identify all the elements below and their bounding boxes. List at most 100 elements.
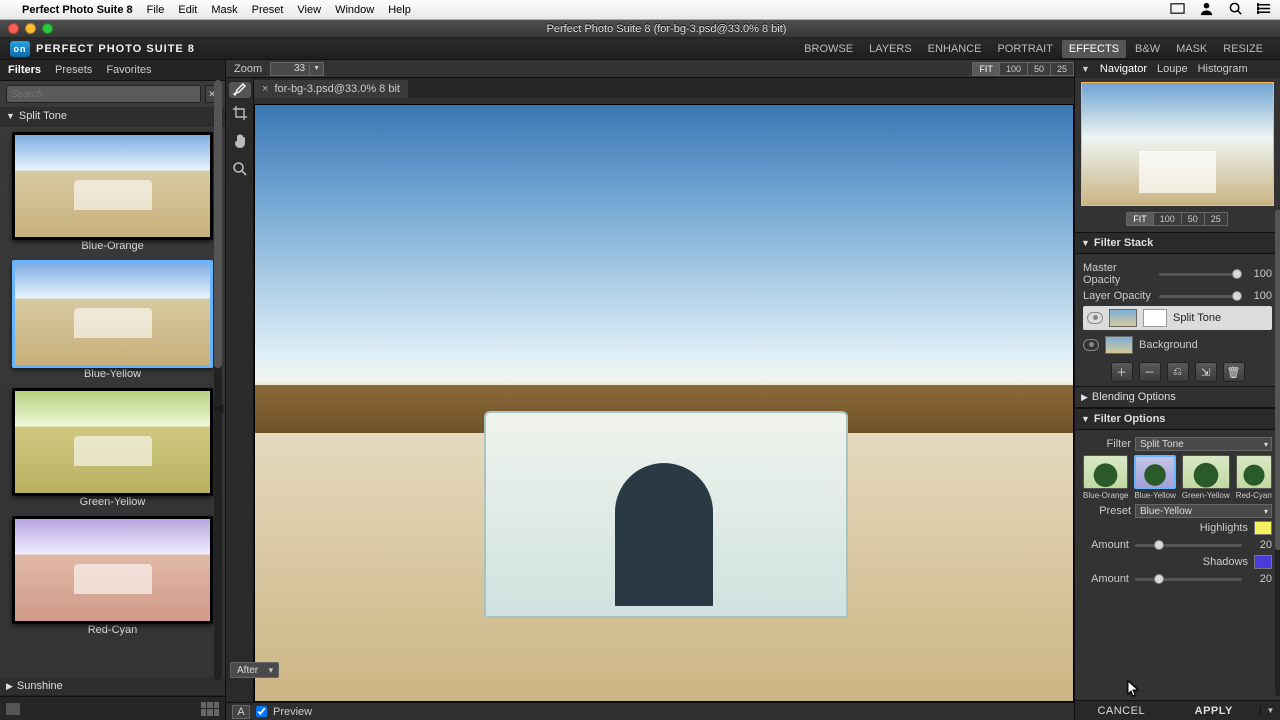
menu-file[interactable]: File bbox=[147, 4, 165, 16]
layer-background[interactable]: Background bbox=[1083, 334, 1272, 356]
swatch-green-yellow[interactable]: Green-Yellow bbox=[1182, 455, 1230, 500]
menu-help[interactable]: Help bbox=[388, 4, 411, 16]
zoom-100[interactable]: 100 bbox=[999, 62, 1028, 76]
mode-browse[interactable]: BROWSE bbox=[797, 40, 860, 58]
preview-mode-button[interactable]: A bbox=[232, 705, 250, 719]
preset-blue-orange[interactable]: Blue-Orange bbox=[12, 132, 213, 252]
window-minimize-button[interactable] bbox=[25, 23, 36, 34]
disclosure-down-icon[interactable]: ▼ bbox=[1081, 64, 1090, 74]
highlights-amount-slider[interactable] bbox=[1135, 544, 1242, 547]
tab-navigator[interactable]: Navigator bbox=[1100, 63, 1147, 75]
layer-opacity-slider[interactable] bbox=[1159, 295, 1242, 298]
panel-filter-stack[interactable]: ▼ Filter Stack bbox=[1075, 232, 1280, 254]
mode-enhance[interactable]: ENHANCE bbox=[921, 40, 989, 58]
menu-view[interactable]: View bbox=[297, 4, 321, 16]
mode-bw[interactable]: B&W bbox=[1128, 40, 1167, 58]
cancel-button[interactable]: CANCEL bbox=[1075, 701, 1168, 720]
zoom-dropdown[interactable]: ▼ bbox=[310, 62, 324, 76]
left-scrollbar[interactable] bbox=[214, 80, 222, 680]
spotlight-icon[interactable] bbox=[1228, 1, 1243, 19]
nav-zoom-fit[interactable]: FIT bbox=[1126, 212, 1154, 226]
apply-menu-icon[interactable]: ▼ bbox=[1260, 706, 1280, 715]
nav-zoom-50[interactable]: 50 bbox=[1181, 212, 1205, 226]
navigator-thumbnail[interactable] bbox=[1081, 82, 1274, 206]
brush-tool-icon[interactable] bbox=[229, 82, 251, 98]
tab-favorites[interactable]: Favorites bbox=[106, 64, 151, 76]
layer-mask[interactable] bbox=[1143, 309, 1167, 327]
mode-mask[interactable]: MASK bbox=[1169, 40, 1214, 58]
shadows-label: Shadows bbox=[1203, 556, 1248, 568]
panel-filter-options[interactable]: ▼ Filter Options bbox=[1075, 408, 1280, 430]
prev-doc-icon[interactable]: ◀ bbox=[214, 400, 224, 416]
swatch-blue-orange[interactable]: Blue-Orange bbox=[1083, 455, 1128, 500]
shadows-amount-slider[interactable] bbox=[1135, 578, 1242, 581]
merge-layer-button[interactable]: ⇲ bbox=[1195, 362, 1217, 382]
canvas[interactable] bbox=[254, 104, 1074, 702]
preset-red-cyan[interactable]: Red-Cyan bbox=[12, 516, 213, 636]
zoom-25[interactable]: 25 bbox=[1050, 62, 1074, 76]
nav-zoom-25[interactable]: 25 bbox=[1204, 212, 1228, 226]
mode-layers[interactable]: LAYERS bbox=[862, 40, 919, 58]
tab-filters[interactable]: Filters bbox=[8, 64, 41, 76]
right-scrollbar[interactable] bbox=[1275, 210, 1280, 696]
compare-mode-dropdown[interactable]: After bbox=[230, 662, 279, 678]
preset-blue-yellow[interactable]: Blue-Yellow bbox=[12, 260, 213, 380]
document-tab[interactable]: × for-bg-3.psd@33.0% 8 bit bbox=[254, 80, 408, 98]
menu-list-icon[interactable] bbox=[1257, 1, 1272, 19]
layer-split-tone[interactable]: Split Tone bbox=[1083, 306, 1272, 330]
delete-layer-button[interactable]: 🗑 bbox=[1223, 362, 1245, 382]
remove-layer-button[interactable]: － bbox=[1139, 362, 1161, 382]
hand-tool-icon[interactable] bbox=[229, 130, 251, 152]
preset-green-yellow[interactable]: Green-Yellow bbox=[12, 388, 213, 508]
close-tab-icon[interactable]: × bbox=[262, 83, 268, 95]
layer-name: Split Tone bbox=[1173, 312, 1221, 324]
section-sunshine[interactable]: ▶ Sunshine bbox=[0, 677, 225, 696]
highlights-color-swatch[interactable] bbox=[1254, 521, 1272, 535]
window-zoom-button[interactable] bbox=[42, 23, 53, 34]
menu-edit[interactable]: Edit bbox=[178, 4, 197, 16]
preset-label: Green-Yellow bbox=[12, 496, 213, 508]
shadows-color-swatch[interactable] bbox=[1254, 555, 1272, 569]
search-input[interactable] bbox=[6, 85, 201, 103]
swatch-red-cyan[interactable]: Red-Cyan bbox=[1236, 455, 1272, 500]
preview-label: Preview bbox=[273, 706, 312, 718]
menu-app-name[interactable]: Perfect Photo Suite 8 bbox=[22, 4, 133, 16]
single-view-icon[interactable] bbox=[6, 703, 20, 715]
apply-button[interactable]: APPLY bbox=[1168, 701, 1261, 720]
zoom-tool-icon[interactable] bbox=[229, 158, 251, 180]
grid-view-icon[interactable] bbox=[201, 702, 219, 716]
menu-mask[interactable]: Mask bbox=[211, 4, 237, 16]
filter-dropdown[interactable]: Split Tone bbox=[1135, 437, 1272, 451]
document-tab-label: for-bg-3.psd@33.0% 8 bit bbox=[274, 83, 400, 95]
layer-opacity-label: Layer Opacity bbox=[1083, 290, 1153, 302]
add-layer-button[interactable]: ＋ bbox=[1111, 362, 1133, 382]
panel-blending[interactable]: ▶ Blending Options bbox=[1075, 386, 1280, 408]
zoom-value[interactable]: 33 bbox=[270, 62, 310, 76]
section-title: Sunshine bbox=[17, 680, 63, 692]
menu-preset[interactable]: Preset bbox=[252, 4, 284, 16]
zoom-fit[interactable]: FIT bbox=[972, 62, 1000, 76]
preview-checkbox[interactable] bbox=[256, 706, 267, 717]
user-icon[interactable] bbox=[1199, 1, 1214, 19]
preset-dropdown[interactable]: Blue-Yellow bbox=[1135, 504, 1272, 518]
tab-loupe[interactable]: Loupe bbox=[1157, 63, 1188, 75]
master-opacity-slider[interactable] bbox=[1159, 273, 1242, 276]
mode-portrait[interactable]: PORTRAIT bbox=[990, 40, 1059, 58]
tab-histogram[interactable]: Histogram bbox=[1198, 63, 1248, 75]
window-close-button[interactable] bbox=[8, 23, 19, 34]
crop-tool-icon[interactable] bbox=[229, 102, 251, 124]
tab-presets[interactable]: Presets bbox=[55, 64, 92, 76]
mac-menubar: Perfect Photo Suite 8 File Edit Mask Pre… bbox=[0, 0, 1280, 20]
mode-resize[interactable]: RESIZE bbox=[1216, 40, 1270, 58]
visibility-icon[interactable] bbox=[1083, 339, 1099, 351]
section-split-tone[interactable]: ▼ Split Tone bbox=[0, 107, 225, 126]
swatch-blue-yellow[interactable]: Blue-Yellow bbox=[1134, 455, 1176, 500]
zoom-50[interactable]: 50 bbox=[1027, 62, 1051, 76]
visibility-icon[interactable] bbox=[1087, 312, 1103, 324]
duplicate-layer-button[interactable]: ⎌ bbox=[1167, 362, 1189, 382]
menu-window[interactable]: Window bbox=[335, 4, 374, 16]
disclosure-down-icon: ▼ bbox=[1081, 238, 1090, 248]
fullscreen-icon[interactable] bbox=[1170, 1, 1185, 19]
mode-effects[interactable]: EFFECTS bbox=[1062, 40, 1126, 58]
nav-zoom-100[interactable]: 100 bbox=[1153, 212, 1182, 226]
